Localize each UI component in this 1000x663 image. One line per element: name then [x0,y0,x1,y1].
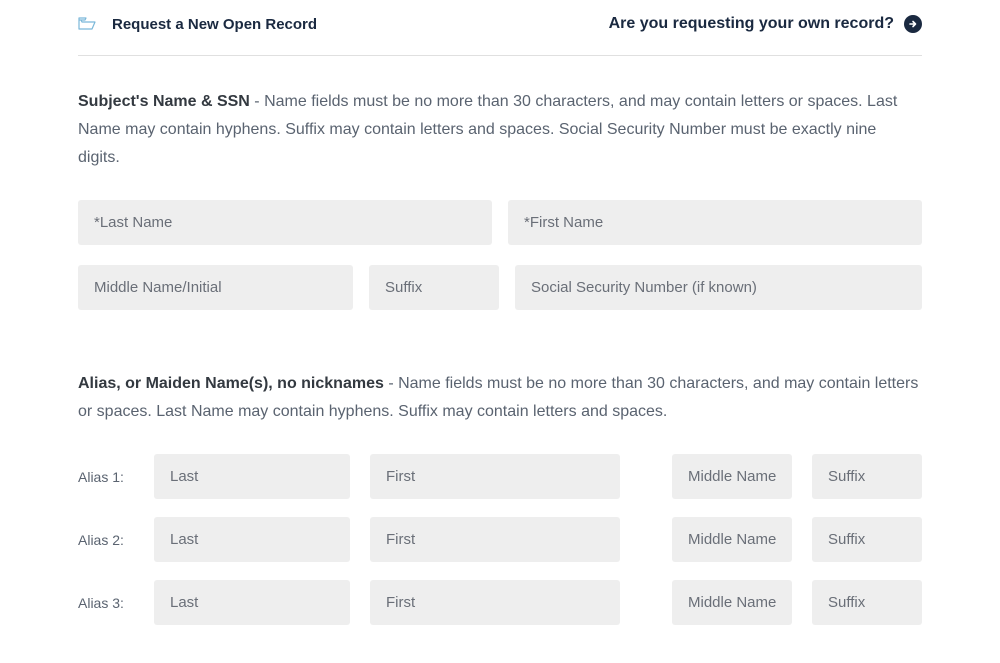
page-header: Request a New Open Record Are you reques… [78,15,922,33]
alias-row-3: Alias 3: [78,580,922,625]
subject-section-heading: Subject's Name & SSN [78,93,250,110]
last-name-field[interactable] [78,200,492,245]
folder-open-icon [78,17,96,31]
alias-3-last-field[interactable] [154,580,350,625]
alias-1-middle-field[interactable] [672,454,792,499]
alias-2-suffix-field[interactable] [812,517,922,562]
suffix-field[interactable] [369,265,499,310]
alias-1-last-field[interactable] [154,454,350,499]
middle-name-field[interactable] [78,265,353,310]
subject-row-2 [78,265,922,310]
header-left: Request a New Open Record [78,16,317,33]
alias-3-label: Alias 3: [78,595,134,611]
alias-1-label: Alias 1: [78,469,134,485]
alias-2-last-field[interactable] [154,517,350,562]
alias-3-middle-field[interactable] [672,580,792,625]
alias-section-intro: Alias, or Maiden Name(s), no nicknames -… [78,370,922,426]
alias-section-heading: Alias, or Maiden Name(s), no nicknames [78,375,384,392]
page-title: Request a New Open Record [112,16,317,33]
alias-3-first-field[interactable] [370,580,620,625]
alias-2-middle-field[interactable] [672,517,792,562]
ssn-field[interactable] [515,265,922,310]
alias-1-first-field[interactable] [370,454,620,499]
own-record-text: Are you requesting your own record? [609,15,894,33]
first-name-field[interactable] [508,200,922,245]
own-record-link[interactable]: Are you requesting your own record? [609,15,922,33]
alias-row-2: Alias 2: [78,517,922,562]
alias-1-suffix-field[interactable] [812,454,922,499]
alias-2-label: Alias 2: [78,532,134,548]
subject-section-intro: Subject's Name & SSN - Name fields must … [78,88,922,172]
subject-row-1 [78,200,922,245]
divider [78,55,922,56]
alias-row-1: Alias 1: [78,454,922,499]
arrow-right-circle-icon [904,15,922,33]
alias-3-suffix-field[interactable] [812,580,922,625]
alias-2-first-field[interactable] [370,517,620,562]
